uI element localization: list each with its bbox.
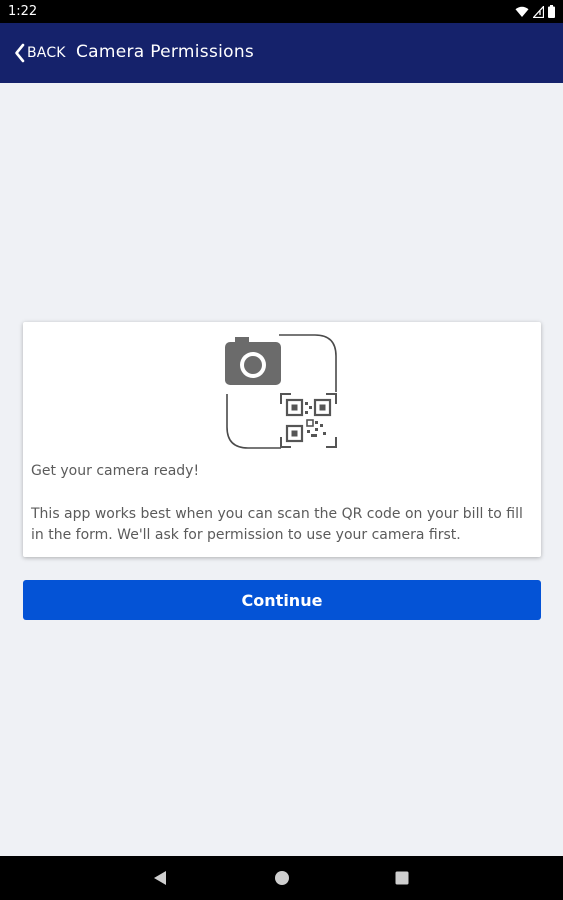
camera-qr-icon bbox=[225, 334, 337, 449]
home-circle-icon[interactable] bbox=[272, 868, 292, 888]
back-triangle-icon[interactable] bbox=[150, 868, 170, 888]
wifi-icon bbox=[515, 6, 529, 17]
status-bar: 1:22 bbox=[0, 0, 563, 23]
app-bar: BACK Camera Permissions bbox=[0, 23, 563, 83]
status-icons bbox=[515, 4, 555, 19]
battery-icon bbox=[548, 5, 555, 18]
page-title: Camera Permissions bbox=[76, 42, 255, 62]
back-button[interactable]: BACK bbox=[14, 41, 66, 65]
card-body-text: This app works best when you can scan th… bbox=[31, 506, 523, 543]
recents-square-icon[interactable] bbox=[392, 868, 412, 888]
back-label: BACK bbox=[27, 45, 66, 61]
continue-button[interactable]: Continue bbox=[23, 580, 541, 620]
card-heading: Get your camera ready! bbox=[31, 463, 200, 479]
chevron-left-icon bbox=[15, 43, 25, 63]
navigation-bar bbox=[0, 856, 563, 900]
camera-permission-card: Get your camera ready! This app works be… bbox=[23, 322, 541, 557]
signal-icon bbox=[533, 5, 544, 18]
status-time: 1:22 bbox=[8, 4, 38, 19]
